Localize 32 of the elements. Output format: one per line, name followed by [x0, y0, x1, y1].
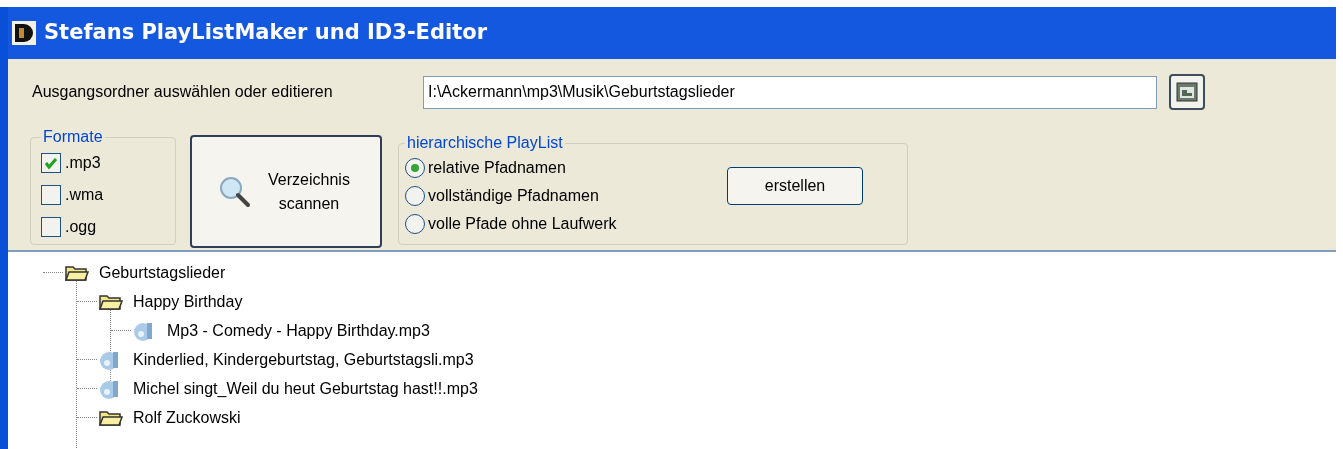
- checkbox[interactable]: [41, 185, 61, 205]
- radio-button[interactable]: [405, 213, 425, 234]
- radio-button[interactable]: [405, 157, 425, 178]
- browse-button[interactable]: [1169, 74, 1205, 110]
- group-title: hierarchische PlayList: [406, 133, 564, 153]
- folder-icon: [99, 292, 123, 311]
- search-icon: [218, 174, 252, 209]
- create-button[interactable]: erstellen: [727, 167, 863, 205]
- folder-label: Ausgangsordner auswählen oder editieren: [32, 82, 334, 102]
- checkbox-label: .ogg: [65, 217, 97, 237]
- radio-label: relative Pfadnamen: [428, 157, 566, 178]
- radio-label: volle Pfade ohne Laufwerk: [428, 213, 617, 234]
- radio-button[interactable]: [405, 185, 425, 206]
- tree-item[interactable]: Rolf Zuckowski: [133, 405, 241, 430]
- folder-browse-icon: [1176, 82, 1198, 102]
- folder-path-field[interactable]: I:\Ackermann\mp3\Musik\Geburtstagslieder: [423, 75, 1157, 109]
- checkbox-label: .mp3: [65, 153, 101, 173]
- tree-item[interactable]: Michel singt_Weil du heut Geburtstag hast!!.mp3: [133, 376, 478, 401]
- group-title: Formate: [42, 127, 104, 147]
- checkbox-label: .wma: [65, 185, 104, 205]
- tree-item[interactable]: Kinderlied, Kindergeburtstag, Geburtstagsli.mp3: [133, 347, 474, 372]
- tree-item[interactable]: Mp3 - Comedy - Happy Birthday.mp3: [167, 318, 430, 343]
- tree-item[interactable]: Happy Birthday: [133, 289, 243, 314]
- app-logo-icon: [12, 21, 36, 45]
- radio-label: vollständige Pfadnamen: [428, 185, 599, 206]
- checkbox[interactable]: [41, 217, 61, 237]
- folder-icon: [65, 263, 89, 282]
- scan-button[interactable]: Verzeichnis scannen: [190, 135, 382, 248]
- window-title: Stefans PlayListMaker und ID3-Editor: [44, 19, 487, 47]
- folder-icon: [99, 408, 123, 427]
- tree-item[interactable]: Geburtstagslieder: [99, 260, 226, 285]
- checkbox[interactable]: [41, 153, 61, 173]
